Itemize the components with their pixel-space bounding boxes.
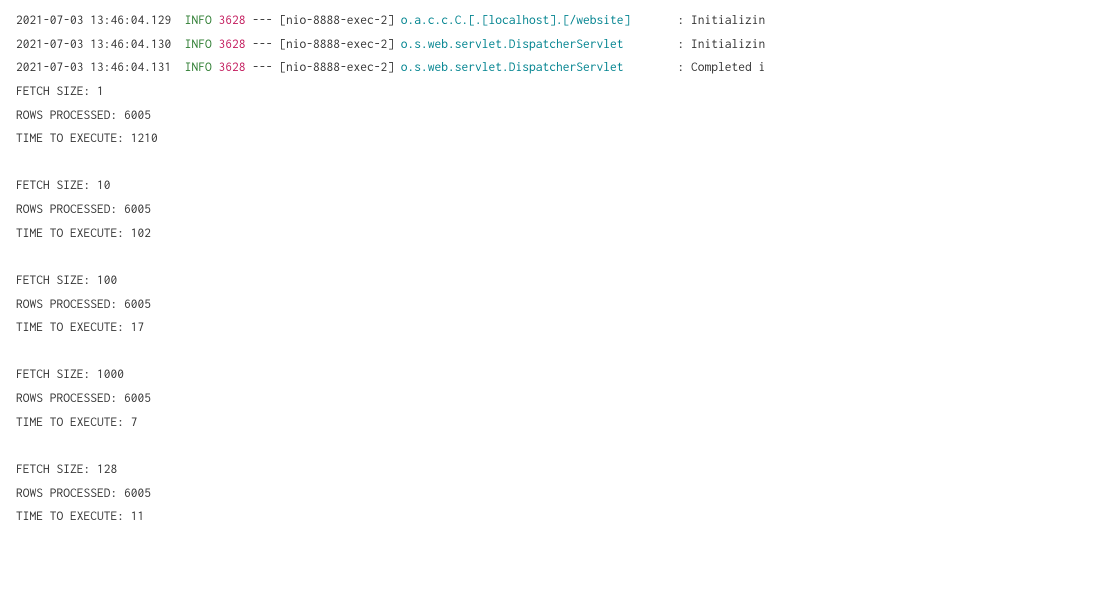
output-line: ROWS PROCESSED: 6005 xyxy=(16,481,1097,505)
space xyxy=(246,55,253,79)
output-line xyxy=(16,244,1097,268)
output-line: TIME TO EXECUTE: 11 xyxy=(16,504,1097,528)
log-separator: --- xyxy=(252,8,272,32)
space xyxy=(394,32,401,56)
output-line: ROWS PROCESSED: 6005 xyxy=(16,103,1097,127)
space xyxy=(273,55,280,79)
space xyxy=(671,8,678,32)
output-line: FETCH SIZE: 10 xyxy=(16,173,1097,197)
space xyxy=(684,8,691,32)
log-pid: 3628 xyxy=(219,8,246,32)
space xyxy=(684,32,691,56)
log-separator: --- xyxy=(252,55,272,79)
log-logger: o.s.web.servlet.DispatcherServlet xyxy=(401,32,671,56)
log-output: 2021-07-03 13:46:04.129 INFO 3628 --- [n… xyxy=(16,8,1097,528)
log-level: INFO xyxy=(185,32,212,56)
log-thread: [nio-8888-exec-2] xyxy=(279,8,394,32)
log-colon: : xyxy=(678,55,685,79)
output-line: TIME TO EXECUTE: 17 xyxy=(16,315,1097,339)
space xyxy=(212,8,219,32)
log-timestamp: 2021-07-03 13:46:04.129 xyxy=(16,8,171,32)
output-line: FETCH SIZE: 1000 xyxy=(16,362,1097,386)
space xyxy=(684,55,691,79)
output-line: TIME TO EXECUTE: 1210 xyxy=(16,126,1097,150)
space xyxy=(394,8,401,32)
log-colon: : xyxy=(678,8,685,32)
space xyxy=(212,32,219,56)
log-logger: o.a.c.c.C.[.[localhost].[/website] xyxy=(401,8,671,32)
log-line: 2021-07-03 13:46:04.130 INFO 3628 --- [n… xyxy=(16,32,1097,56)
space xyxy=(212,55,219,79)
log-message: Completed i xyxy=(691,55,765,79)
log-message: Initializin xyxy=(691,32,765,56)
log-timestamp: 2021-07-03 13:46:04.131 xyxy=(16,55,171,79)
log-level: INFO xyxy=(185,8,212,32)
log-colon: : xyxy=(678,32,685,56)
output-line: TIME TO EXECUTE: 7 xyxy=(16,410,1097,434)
log-timestamp: 2021-07-03 13:46:04.130 xyxy=(16,32,171,56)
log-logger: o.s.web.servlet.DispatcherServlet xyxy=(401,55,671,79)
space xyxy=(273,32,280,56)
log-message: Initializin xyxy=(691,8,765,32)
output-line: ROWS PROCESSED: 6005 xyxy=(16,386,1097,410)
space xyxy=(246,8,253,32)
output-line: FETCH SIZE: 128 xyxy=(16,457,1097,481)
log-thread: [nio-8888-exec-2] xyxy=(279,32,394,56)
space xyxy=(246,32,253,56)
log-pid: 3628 xyxy=(219,55,246,79)
output-line xyxy=(16,150,1097,174)
space xyxy=(671,55,678,79)
log-separator: --- xyxy=(252,32,272,56)
log-line: 2021-07-03 13:46:04.131 INFO 3628 --- [n… xyxy=(16,55,1097,79)
output-line xyxy=(16,339,1097,363)
output-line: FETCH SIZE: 1 xyxy=(16,79,1097,103)
log-pid: 3628 xyxy=(219,32,246,56)
log-level: INFO xyxy=(185,55,212,79)
log-thread: [nio-8888-exec-2] xyxy=(279,55,394,79)
space xyxy=(171,32,185,56)
output-line: ROWS PROCESSED: 6005 xyxy=(16,197,1097,221)
output-line xyxy=(16,433,1097,457)
space xyxy=(171,8,185,32)
space xyxy=(273,8,280,32)
output-line: FETCH SIZE: 100 xyxy=(16,268,1097,292)
output-line: TIME TO EXECUTE: 102 xyxy=(16,221,1097,245)
space xyxy=(171,55,185,79)
space xyxy=(394,55,401,79)
output-line: ROWS PROCESSED: 6005 xyxy=(16,292,1097,316)
space xyxy=(671,32,678,56)
log-line: 2021-07-03 13:46:04.129 INFO 3628 --- [n… xyxy=(16,8,1097,32)
